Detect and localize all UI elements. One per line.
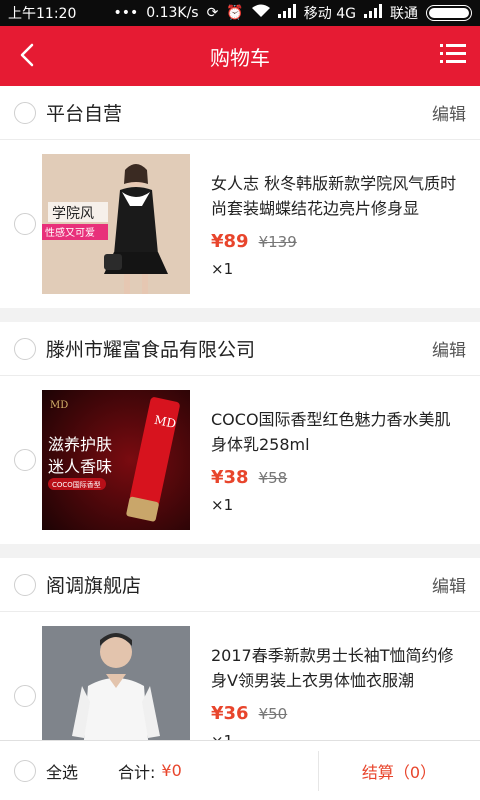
carrier-2: 联通 (390, 6, 418, 22)
product-price: ¥89 (211, 230, 249, 252)
top-nav: 购物车 (0, 26, 480, 86)
shop-header: 滕州市耀富食品有限公司 编辑 (0, 322, 480, 376)
product-name[interactable]: COCO国际香型红色魅力香水美肌身体乳258ml (211, 407, 466, 457)
status-bar: 上午11:20 ••• 0.13K/s ⟳ ⏰ 移动 4G 联通 (0, 0, 480, 26)
shop-section: 阁调旗舰店 编辑 2017春季新款男士长袖T恤简约修身V领男装上衣男体恤衣服潮 … (0, 558, 480, 740)
item-select-radio[interactable] (14, 449, 36, 471)
checkout-button[interactable]: 结算（0） (318, 759, 480, 783)
alarm-icon: ⏰ (226, 5, 244, 21)
product-quantity: ×1 (211, 259, 234, 278)
image-text-3: COCO国际香型 (52, 480, 101, 489)
checkout-bar: 全选 合计: ¥0 结算（0） (0, 740, 480, 800)
shop-select-radio[interactable] (14, 573, 36, 596)
select-all-radio[interactable] (14, 759, 36, 782)
shop-select-radio[interactable] (14, 337, 36, 360)
shop-section: 平台自营 编辑 学院风 性感又可爱 女人志 秋冬韩版新款学院风气质时尚套装蝴蝶结… (0, 86, 480, 308)
product-image[interactable]: MD MD 滋养护肤 迷人香味 COCO国际香型 (42, 390, 190, 530)
sync-icon: ⟳ (206, 5, 219, 21)
network-speed: 0.13K/s (146, 5, 199, 21)
brand-logo-text: MD (50, 400, 68, 411)
cart-list: 平台自营 编辑 学院风 性感又可爱 女人志 秋冬韩版新款学院风气质时尚套装蝴蝶结… (0, 86, 480, 740)
cart-item: 2017春季新款男士长袖T恤简约修身V领男装上衣男体恤衣服潮 ¥36 ¥50 ×… (0, 612, 480, 740)
signal-icon (277, 4, 296, 22)
price-row: ¥36 ¥50 (211, 703, 466, 724)
product-image[interactable] (42, 626, 190, 740)
product-price: ¥36 (211, 702, 249, 724)
total-value: ¥0 (161, 761, 182, 780)
product-name[interactable]: 女人志 秋冬韩版新款学院风气质时尚套装蝴蝶结花边亮片修身显 (211, 171, 466, 221)
shop-edit-button[interactable]: 编辑 (432, 572, 466, 597)
status-right: ••• 0.13K/s ⟳ ⏰ 移动 4G 联通 (113, 3, 472, 23)
cart-screen: 上午11:20 ••• 0.13K/s ⟳ ⏰ 移动 4G 联通 购物车 平台自… (0, 0, 480, 800)
image-text-2: 性感又可爱 (45, 226, 95, 239)
select-all-label[interactable]: 全选 (46, 759, 78, 783)
original-price: ¥50 (258, 704, 288, 723)
image-text-1: 学院风 (52, 206, 94, 222)
product-info: 女人志 秋冬韩版新款学院风气质时尚套装蝴蝶结花边亮片修身显 ¥89 ¥139 ×… (211, 171, 466, 278)
item-select-radio[interactable] (14, 213, 36, 235)
shop-edit-button[interactable]: 编辑 (432, 336, 466, 361)
shop-header: 平台自营 编辑 (0, 86, 480, 140)
status-time: 上午11:20 (8, 6, 77, 22)
price-row: ¥89 ¥139 (211, 231, 466, 252)
menu-icon[interactable] (440, 42, 466, 66)
product-quantity: ×1 (211, 495, 234, 514)
product-info: COCO国际香型红色魅力香水美肌身体乳258ml ¥38 ¥58 ×1 (211, 407, 466, 514)
image-text-1: 滋养护肤 (48, 435, 112, 454)
shop-header: 阁调旗舰店 编辑 (0, 558, 480, 612)
total-label: 合计: (118, 762, 156, 782)
shop-name: 阁调旗舰店 (46, 575, 142, 597)
status-dots: ••• (113, 5, 139, 21)
product-info: 2017春季新款男士长袖T恤简约修身V领男装上衣男体恤衣服潮 ¥36 ¥50 ×… (211, 643, 466, 741)
image-text-2: 迷人香味 (48, 457, 112, 476)
original-price: ¥58 (258, 468, 288, 487)
signal-icon-2 (364, 4, 382, 22)
shop-section: 滕州市耀富食品有限公司 编辑 MD MD 滋养护肤 迷人香味 COCO国际香型 … (0, 322, 480, 544)
cart-item: MD MD 滋养护肤 迷人香味 COCO国际香型 COCO国际香型红色魅力香水美… (0, 376, 480, 544)
product-quantity: ×1 (211, 732, 466, 741)
carrier-1: 移动 4G (303, 6, 356, 22)
shop-name: 滕州市耀富食品有限公司 (46, 339, 256, 361)
product-image[interactable]: 学院风 性感又可爱 (42, 154, 190, 294)
shop-select-radio[interactable] (14, 101, 36, 124)
item-select-radio[interactable] (14, 685, 36, 707)
product-price: ¥38 (211, 466, 249, 488)
wifi-icon (251, 4, 270, 22)
battery-icon (426, 5, 472, 21)
shop-edit-button[interactable]: 编辑 (432, 100, 466, 125)
back-icon[interactable] (14, 40, 44, 70)
original-price: ¥139 (258, 232, 297, 251)
shop-name: 平台自营 (46, 103, 123, 125)
product-name[interactable]: 2017春季新款男士长袖T恤简约修身V领男装上衣男体恤衣服潮 (211, 643, 466, 693)
page-title: 购物车 (210, 45, 270, 70)
cart-item: 学院风 性感又可爱 女人志 秋冬韩版新款学院风气质时尚套装蝴蝶结花边亮片修身显 … (0, 140, 480, 308)
price-row: ¥38 ¥58 (211, 467, 466, 488)
